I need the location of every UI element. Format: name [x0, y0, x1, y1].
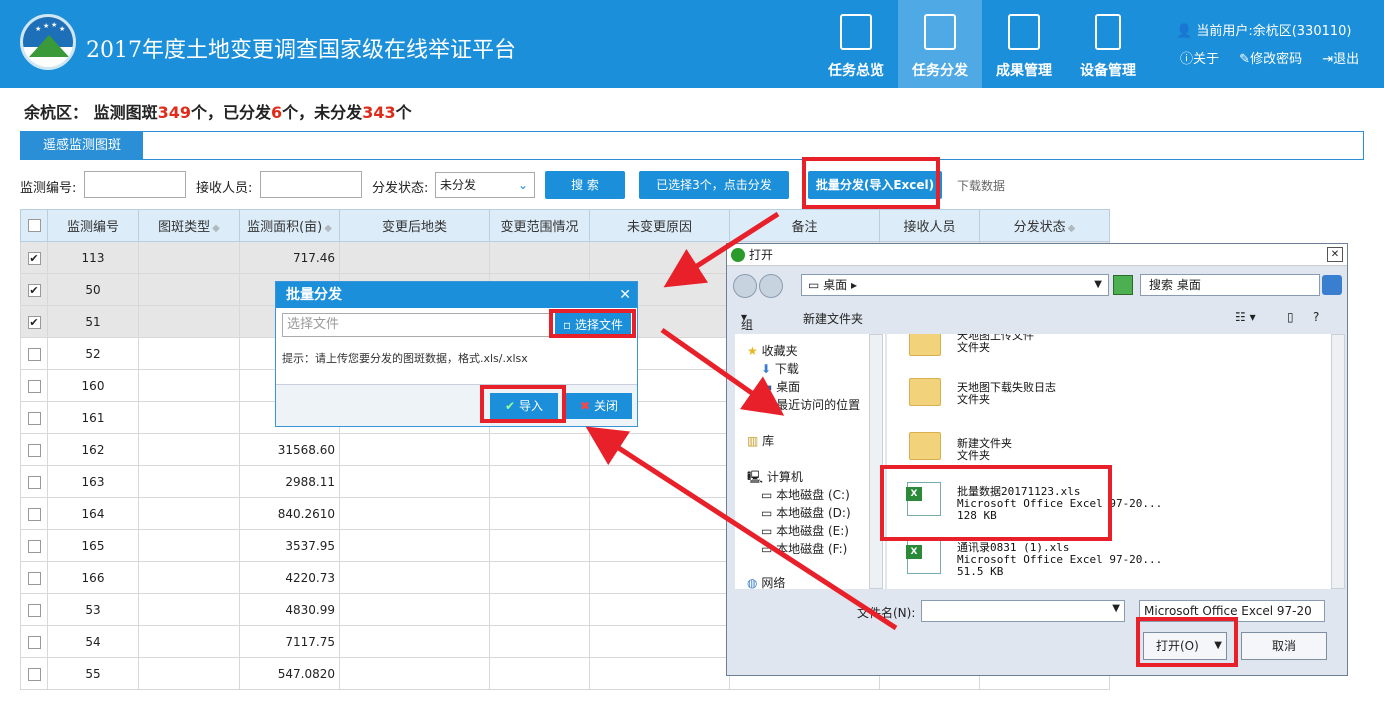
arrow-to-dialog — [663, 211, 780, 288]
arrow-to-file-dialog — [660, 327, 785, 416]
annotation-arrows — [585, 211, 898, 631]
arrow-back-to-import — [585, 426, 898, 631]
